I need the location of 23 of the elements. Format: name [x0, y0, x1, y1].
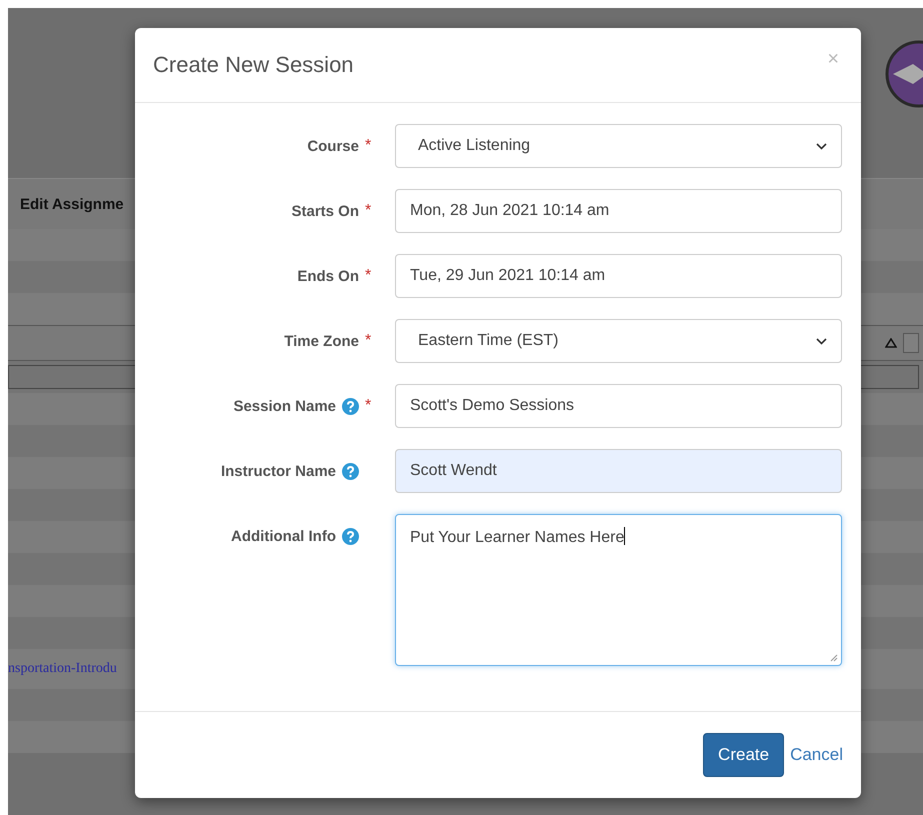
cancel-link[interactable]: Cancel — [790, 745, 843, 765]
dialog-title: Create New Session — [153, 52, 354, 78]
field-label: Time Zone — [284, 332, 359, 350]
required-asterisk: * — [365, 137, 372, 155]
field-label: Session Name — [233, 398, 336, 414]
field-label: Instructor Name — [220, 462, 336, 480]
input-field[interactable]: Scott's Demo Sessions — [395, 384, 842, 428]
select-field[interactable]: Active Listening — [395, 124, 842, 168]
required-asterisk: * — [365, 202, 372, 220]
input-field[interactable]: Scott Wendt — [395, 449, 842, 493]
field-label: Course — [307, 138, 359, 154]
text-area[interactable]: Put Your Learner Names Here — [395, 514, 842, 666]
page-heading: Edit Assignme — [20, 196, 124, 212]
field-label: Ends On — [297, 268, 359, 284]
create-button[interactable]: Create — [703, 733, 784, 777]
input-field[interactable]: Mon, 28 Jun 2021 10:14 am — [395, 189, 842, 233]
required-asterisk: * — [365, 397, 372, 415]
input-field[interactable]: Tue, 29 Jun 2021 10:14 am — [395, 254, 842, 298]
select-field[interactable]: Eastern Time (EST) — [395, 319, 842, 363]
required-asterisk: * — [365, 332, 372, 350]
field-label: Starts On — [291, 202, 359, 220]
field-label: Additional Info — [231, 528, 336, 544]
required-asterisk: * — [365, 267, 372, 285]
